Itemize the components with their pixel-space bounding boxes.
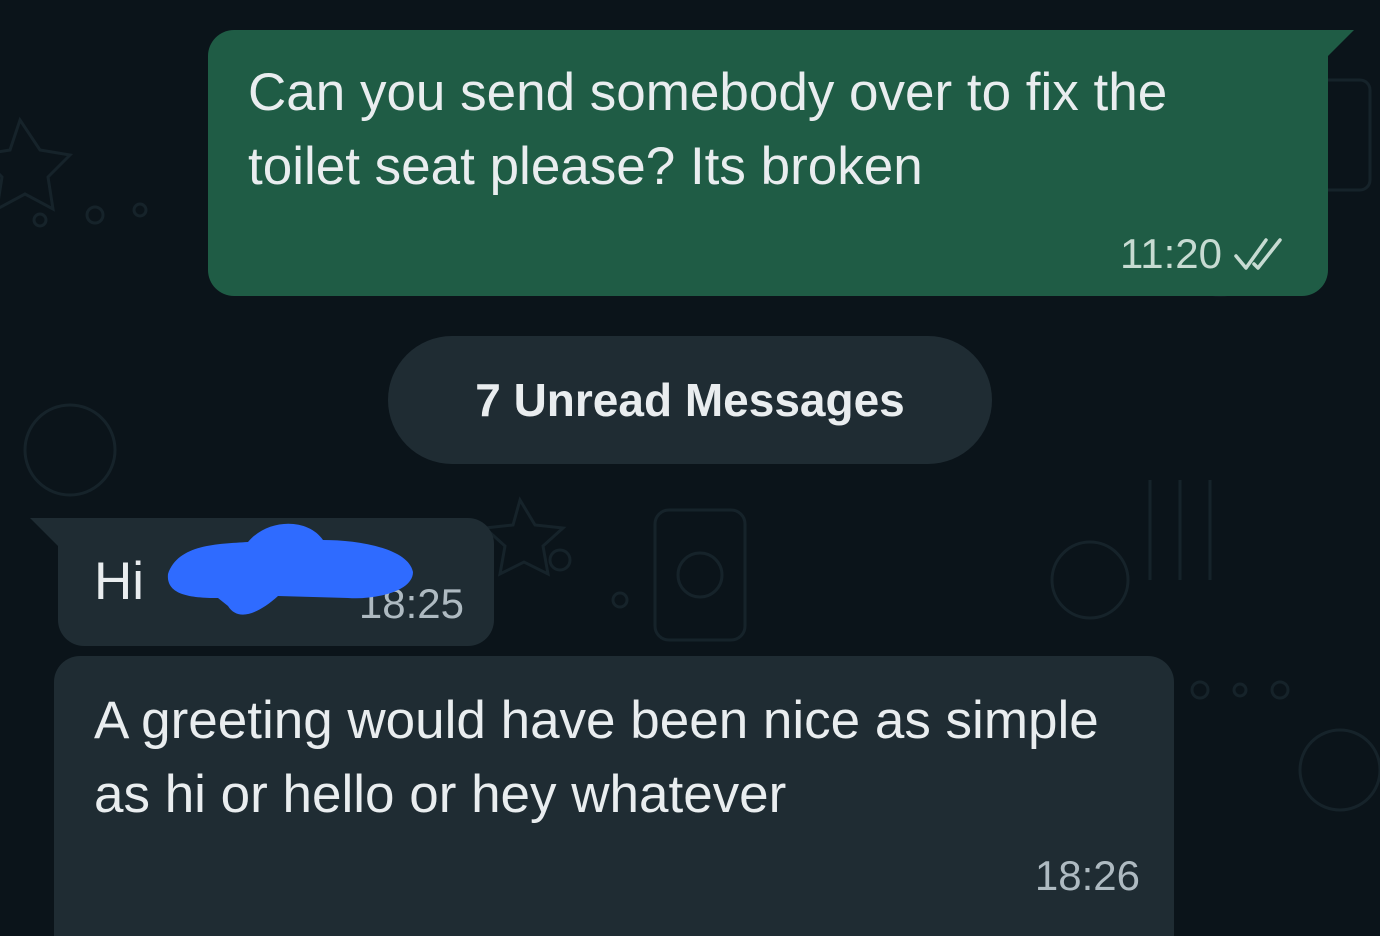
message-text: Hi	[94, 552, 145, 611]
outgoing-message-bubble[interactable]: Can you send somebody over to fix the to…	[208, 30, 1328, 296]
redaction-scribble	[167, 523, 413, 615]
incoming-message-bubble[interactable]: A greeting would have been nice as simpl…	[54, 656, 1174, 936]
outgoing-bubble-tail	[1326, 30, 1354, 58]
unread-messages-label: 7 Unread Messages	[475, 374, 905, 426]
message-time: 18:26	[1034, 852, 1140, 899]
unread-messages-banner: 7 Unread Messages	[388, 336, 992, 464]
message-time: 11:20	[1120, 230, 1222, 277]
message-meta: 11:20	[1120, 230, 1294, 278]
incoming-message-bubble[interactable]: Hi 18:25	[58, 518, 494, 646]
double-check-icon	[1232, 236, 1294, 272]
message-text: Can you send somebody over to fix the to…	[248, 63, 1168, 196]
message-text: A greeting would have been nice as simpl…	[94, 691, 1099, 824]
incoming-bubble-tail	[30, 518, 58, 546]
